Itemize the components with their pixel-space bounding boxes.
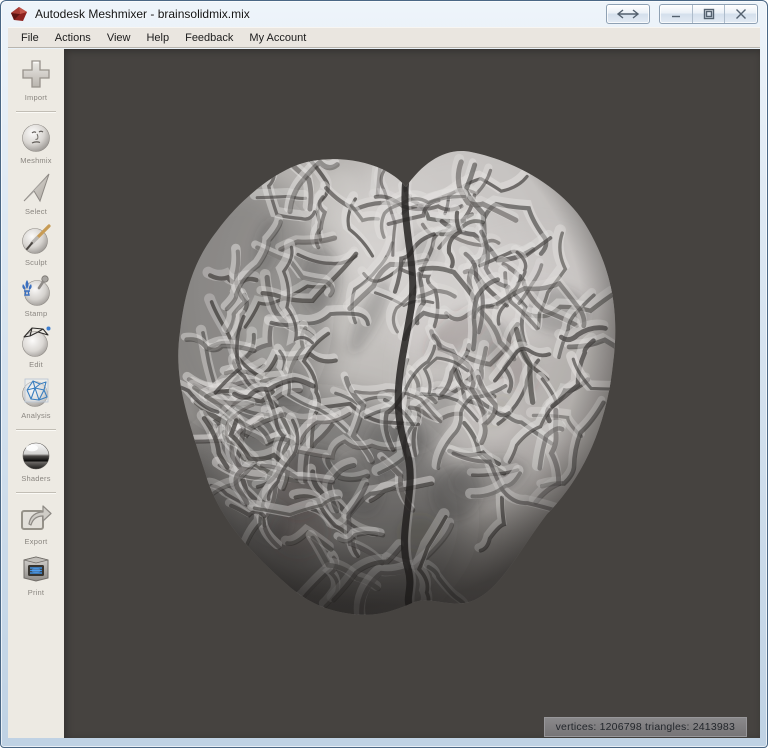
face-sphere-icon [22, 124, 50, 152]
export-arrow-icon [21, 505, 52, 530]
tool-label: Shaders [21, 474, 51, 483]
minimize-icon [671, 15, 680, 18]
tool-edit[interactable]: Edit [8, 323, 64, 369]
cursor-dart-icon [23, 173, 50, 203]
titlebar[interactable]: Autodesk Meshmixer - brainsolidmix.mix [1, 1, 767, 27]
close-icon [736, 9, 747, 19]
sidebar-separator [16, 492, 56, 494]
menu-view[interactable]: View [99, 29, 139, 47]
maximize-icon [703, 8, 714, 20]
tool-label: Stamp [24, 309, 48, 318]
menu-feedback[interactable]: Feedback [177, 29, 241, 47]
tool-analysis[interactable]: Analysis [8, 374, 64, 420]
tool-label: Sculpt [24, 258, 48, 267]
3d-viewport[interactable]: vertices: 1206798 triangles: 2413983 [64, 49, 760, 738]
menubar: File Actions View Help Feedback My Accou… [8, 27, 760, 48]
tool-label: Analysis [21, 411, 51, 420]
menu-actions[interactable]: Actions [47, 29, 99, 47]
tool-meshmix[interactable]: Meshmix [8, 119, 64, 165]
mesh-sphere-icon [22, 378, 49, 407]
sidebar-separator [16, 429, 56, 431]
switch-view-button[interactable] [606, 4, 650, 24]
window-buttons-group [659, 4, 758, 24]
tool-sculpt[interactable]: Sculpt [8, 221, 64, 267]
maximize-button[interactable] [691, 5, 725, 23]
menu-help[interactable]: Help [138, 29, 177, 47]
mesh-stats-badge: vertices: 1206798 triangles: 2413983 [543, 717, 747, 737]
app-window: Autodesk Meshmixer - brainsolidmix.mix F… [0, 0, 768, 748]
tool-export[interactable]: Export [8, 500, 64, 546]
toolbar-sidebar: Import Meshmix Select Sculpt Stamp Edit … [8, 49, 64, 738]
double-arrow-icon [616, 9, 640, 19]
chrome-sphere-icon [22, 442, 50, 470]
plus-icon [22, 60, 50, 88]
tool-print[interactable]: Print [8, 551, 64, 597]
tool-label: Export [24, 537, 48, 546]
menu-my-account[interactable]: My Account [241, 29, 314, 47]
tool-shaders[interactable]: Shaders [8, 437, 64, 483]
tool-import[interactable]: Import [8, 56, 64, 102]
tool-label: Select [24, 207, 48, 216]
fleur-stamp-icon [22, 275, 50, 306]
window-title: Autodesk Meshmixer - brainsolidmix.mix [35, 7, 250, 21]
menu-file[interactable]: File [13, 29, 47, 47]
mesh-stats-text: vertices: 1206798 triangles: 2413983 [555, 721, 735, 733]
meshmixer-logo-icon [11, 6, 27, 21]
caption-controls [606, 4, 758, 24]
tool-select[interactable]: Select [8, 170, 64, 216]
tool-label: Meshmix [20, 156, 52, 165]
brush-sphere-icon [22, 224, 51, 254]
tool-stamp[interactable]: Stamp [8, 272, 64, 318]
tool-label: Import [24, 93, 48, 102]
tool-label: Print [27, 588, 45, 597]
minimize-button[interactable] [660, 5, 692, 23]
wireframe-pen-icon [22, 326, 51, 357]
sidebar-separator [16, 111, 56, 113]
tool-label: Edit [29, 360, 43, 369]
close-button[interactable] [724, 5, 757, 23]
brain-model[interactable] [64, 49, 760, 738]
printer-icon [23, 556, 49, 582]
